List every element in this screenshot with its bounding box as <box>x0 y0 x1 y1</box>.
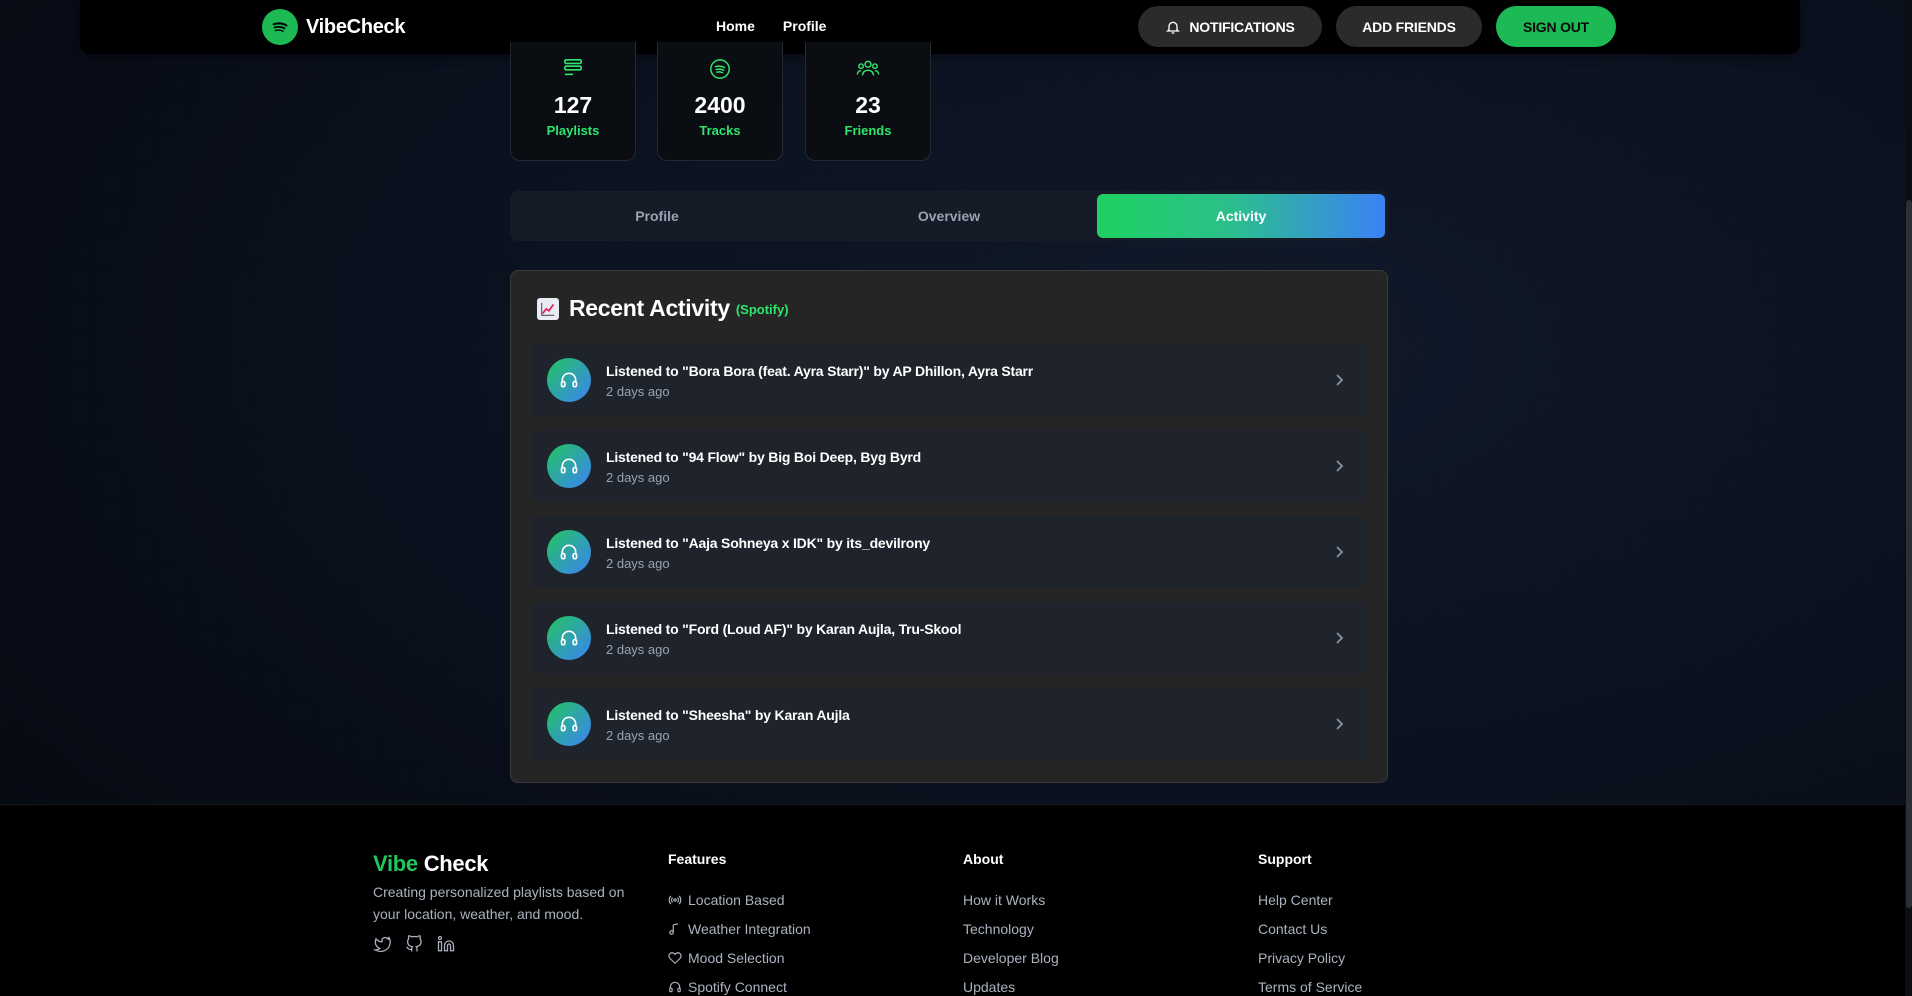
tab-activity[interactable]: Activity <box>1097 194 1385 238</box>
linkedin-icon[interactable] <box>437 935 455 953</box>
footer-brand-second: Check <box>423 851 489 876</box>
bell-icon <box>1166 21 1181 34</box>
chart-increasing-icon <box>537 297 559 320</box>
chevron-right-icon <box>1336 460 1344 472</box>
footer-link[interactable]: Developer Blog <box>963 943 1059 972</box>
brand[interactable]: VibeCheck <box>262 9 406 45</box>
activity-time: 2 days ago <box>606 642 670 657</box>
sign-out-label: SIGN OUT <box>1522 18 1590 35</box>
nav-link-profile[interactable]: Profile <box>783 18 827 34</box>
headphones-icon <box>547 702 591 746</box>
spotify-icon <box>710 59 730 79</box>
stat-value: 23 <box>855 92 881 118</box>
profile-tabs: Profile Overview Activity <box>510 191 1388 241</box>
tab-overview[interactable]: Overview <box>805 194 1093 238</box>
headphones-icon <box>547 444 591 488</box>
footer-link-weather-integration[interactable]: Weather Integration <box>668 914 811 943</box>
playlist-icon <box>564 59 582 76</box>
heart-icon <box>668 951 682 964</box>
navbar: VibeCheck Home Profile NOTIFICATIONS ADD… <box>80 0 1800 54</box>
stat-card-playlists: 127 Playlists <box>510 42 636 161</box>
sign-out-button[interactable]: SIGN OUT <box>1496 6 1616 47</box>
footer-link[interactable]: Updates <box>963 972 1059 996</box>
add-friends-button[interactable]: ADD FRIENDS <box>1336 6 1482 47</box>
broadcast-icon <box>668 895 682 904</box>
nav-links: Home Profile <box>716 18 826 34</box>
footer-heading: Support <box>1258 851 1312 867</box>
activity-item[interactable]: Listened to "Aaja Sohneya x IDK" by its_… <box>531 516 1367 588</box>
friends-icon <box>856 60 880 76</box>
panel-subtitle: (Spotify) <box>735 302 789 317</box>
panel-header: Recent Activity (Spotify) <box>537 295 789 322</box>
footer-link[interactable]: Contact Us <box>1258 914 1362 943</box>
activity-item[interactable]: Listened to "Sheesha" by Karan Aujla 2 d… <box>531 688 1367 760</box>
footer: Vibe Check Creating personalized playlis… <box>0 804 1905 996</box>
twitter-icon[interactable] <box>373 935 391 953</box>
footer-link-mood-selection[interactable]: Mood Selection <box>668 943 811 972</box>
stat-value: 127 <box>553 92 593 118</box>
panel-title: Recent Activity <box>569 295 730 321</box>
activity-text: Listened to "94 Flow" by Big Boi Deep, B… <box>606 449 922 465</box>
footer-column-support: Support Help Center Contact Us Privacy P… <box>1258 851 1362 996</box>
brand-name: VibeCheck <box>306 15 406 38</box>
footer-link[interactable]: Terms of Service <box>1258 972 1362 996</box>
chevron-right-icon <box>1336 718 1344 730</box>
footer-link[interactable]: Privacy Policy <box>1258 943 1362 972</box>
recent-activity-panel: Recent Activity (Spotify) Listened to "B… <box>510 270 1388 783</box>
footer-brand: Vibe Check <box>373 851 489 877</box>
activity-time: 2 days ago <box>606 384 670 399</box>
activity-text: Listened to "Aaja Sohneya x IDK" by its_… <box>606 535 931 551</box>
footer-link-location-based[interactable]: Location Based <box>668 885 811 914</box>
footer-column-features: Features Location Based Weather Integrat… <box>668 851 811 996</box>
page-scrollbar[interactable] <box>1905 0 1912 996</box>
stat-label: Playlists <box>546 123 600 138</box>
activity-item[interactable]: Listened to "94 Flow" by Big Boi Deep, B… <box>531 430 1367 502</box>
stat-label: Friends <box>844 123 892 138</box>
activity-text: Listened to "Bora Bora (feat. Ayra Starr… <box>606 363 1034 379</box>
chevron-right-icon <box>1336 632 1344 644</box>
chevron-right-icon <box>1336 546 1344 558</box>
notifications-button[interactable]: NOTIFICATIONS <box>1138 6 1322 47</box>
music-note-icon <box>669 922 679 935</box>
activity-text: Listened to "Ford (Loud AF)" by Karan Au… <box>606 621 962 637</box>
notifications-label: NOTIFICATIONS <box>1189 18 1295 35</box>
activity-time: 2 days ago <box>606 556 670 571</box>
footer-link-spotify-connect[interactable]: Spotify Connect <box>668 972 811 996</box>
activity-text: Listened to "Sheesha" by Karan Aujla <box>606 707 850 723</box>
chevron-right-icon <box>1336 374 1344 386</box>
activity-item[interactable]: Listened to "Ford (Loud AF)" by Karan Au… <box>531 602 1367 674</box>
footer-link[interactable]: Help Center <box>1258 885 1362 914</box>
headphones-icon <box>669 981 681 992</box>
stat-label: Tracks <box>699 123 741 138</box>
add-friends-label: ADD FRIENDS <box>1362 18 1456 35</box>
footer-column-about: About How it Works Technology Developer … <box>963 851 1059 996</box>
activity-time: 2 days ago <box>606 470 670 485</box>
footer-description: Creating personalized playlists based on… <box>373 884 625 922</box>
footer-link[interactable]: Technology <box>963 914 1059 943</box>
github-icon[interactable] <box>405 935 423 953</box>
spotify-logo-icon <box>262 9 298 45</box>
headphones-icon <box>547 616 591 660</box>
activity-item[interactable]: Listened to "Bora Bora (feat. Ayra Starr… <box>531 344 1367 416</box>
stat-value: 2400 <box>694 92 746 118</box>
footer-heading: Features <box>668 851 727 867</box>
activity-time: 2 days ago <box>606 728 670 743</box>
footer-link[interactable]: How it Works <box>963 885 1059 914</box>
headphones-icon <box>547 530 591 574</box>
social-links <box>373 935 455 953</box>
stat-card-tracks: 2400 Tracks <box>657 42 783 161</box>
footer-brand-first: Vibe <box>373 851 418 876</box>
footer-heading: About <box>963 851 1004 867</box>
tab-profile[interactable]: Profile <box>513 194 801 238</box>
scrollbar-thumb[interactable] <box>1906 200 1912 908</box>
headphones-icon <box>547 358 591 402</box>
stat-card-friends: 23 Friends <box>805 42 931 161</box>
nav-link-home[interactable]: Home <box>716 18 755 34</box>
